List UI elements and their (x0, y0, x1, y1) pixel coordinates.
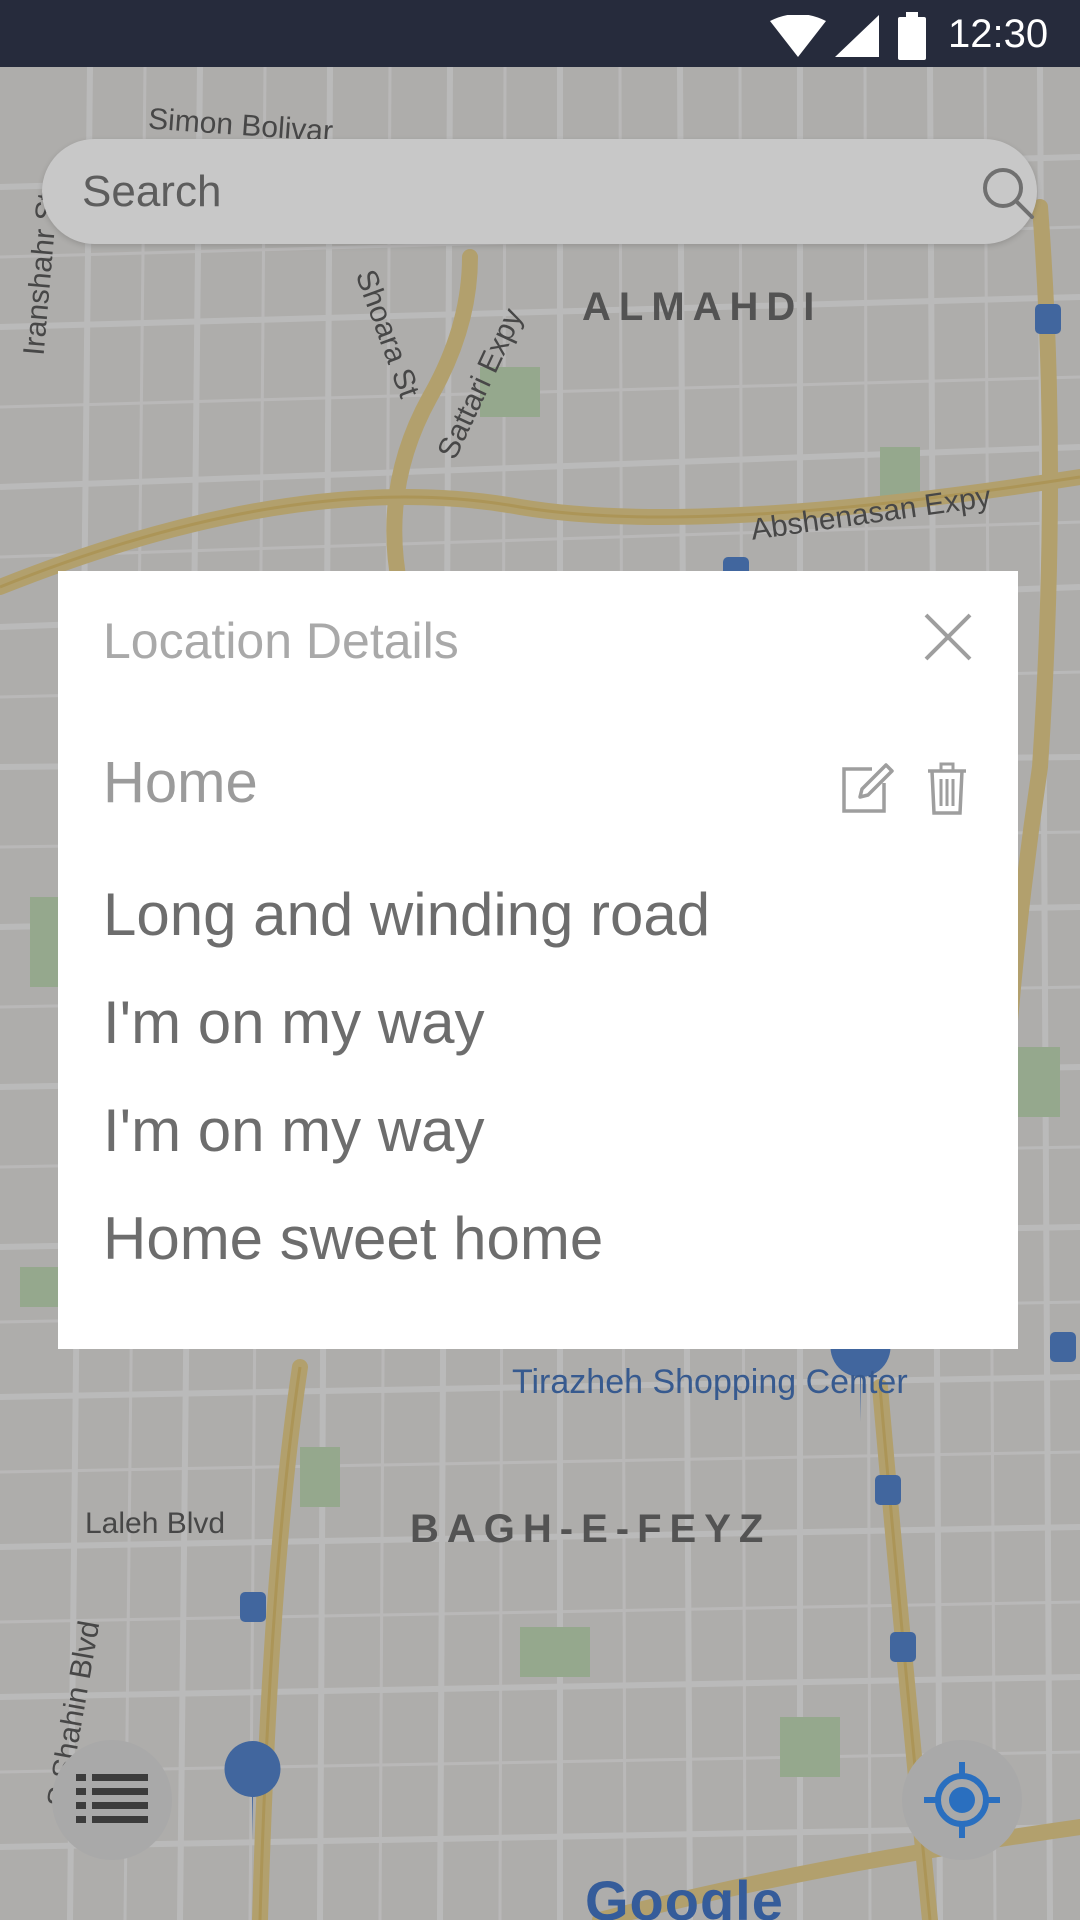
crosshair-icon (924, 1762, 1000, 1838)
detail-line: I'm on my way (103, 989, 485, 1056)
search-icon[interactable] (980, 165, 1036, 221)
list-icon (76, 1774, 148, 1823)
search-input[interactable] (82, 159, 942, 225)
status-bar: 12:30 (0, 0, 1080, 67)
location-name: Home (103, 750, 258, 815)
wifi-icon (770, 14, 826, 61)
my-location-button[interactable] (902, 1740, 1022, 1860)
trash-icon[interactable] (926, 761, 968, 817)
battery-icon (898, 12, 926, 64)
signal-icon (835, 15, 879, 61)
close-icon[interactable] (920, 609, 976, 665)
location-details-dialog: Location Details Home Long and winding r… (58, 571, 1018, 1349)
google-attribution-logo: Google (585, 1869, 784, 1920)
list-button[interactable] (52, 1740, 172, 1860)
search-bar[interactable] (42, 139, 1037, 244)
detail-line: Long and winding road (103, 881, 711, 948)
status-time: 12:30 (948, 12, 1049, 56)
location-detail-list: Long and winding road I'm on my way I'm … (103, 861, 710, 1293)
detail-line: Home sweet home (103, 1205, 604, 1272)
dialog-title: Location Details (103, 613, 459, 669)
app-screen: 12:30 ALMAHDI BAGH-E-FEYZ Abshenasan Exp… (0, 0, 1080, 1920)
edit-icon[interactable] (838, 761, 894, 817)
detail-line: I'm on my way (103, 1097, 485, 1164)
